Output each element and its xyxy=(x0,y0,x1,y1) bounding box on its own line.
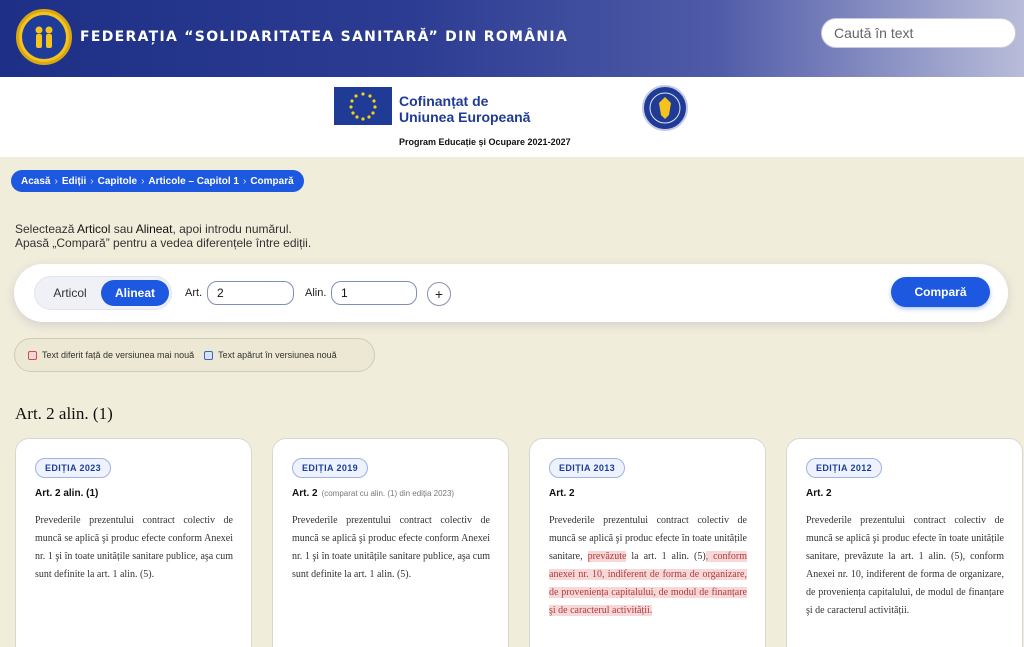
breadcrumb-compare[interactable]: Compară xyxy=(250,176,293,187)
chevron-right-icon: › xyxy=(90,175,94,187)
sponsor-banner: Cofinanțat de Uniunea Europeană Program … xyxy=(0,77,1024,157)
card-heading: Art. 2 xyxy=(806,488,832,499)
chevron-right-icon: › xyxy=(141,175,145,187)
instructions-text: sau xyxy=(110,222,136,236)
legend-new-swatch xyxy=(204,350,214,360)
diff-highlight: prevăzute xyxy=(587,551,627,562)
people-icon xyxy=(35,26,53,48)
breadcrumb-chapters[interactable]: Capitole xyxy=(98,176,137,187)
card-heading-text: Art. 2 xyxy=(292,488,318,499)
program-label: Program Educație și Ocupare 2021-2027 xyxy=(399,137,571,147)
breadcrumb-articles[interactable]: Articole – Capitol 1 xyxy=(148,176,239,187)
legend-new-label: Text apărut în versiunea nouă xyxy=(218,350,337,360)
card-body: Prevederile prezentului contract colecti… xyxy=(292,515,490,580)
toggle-alineat-button[interactable]: Alineat xyxy=(101,280,169,306)
breadcrumb-editions[interactable]: Ediții xyxy=(62,176,86,187)
search-input[interactable] xyxy=(821,18,1016,48)
card-body: Prevederile prezentului contract colecti… xyxy=(35,515,233,580)
eu-cofinancing-label: Cofinanțat de Uniunea Europeană xyxy=(399,93,530,125)
card-comparison-note: (comparat cu alin. (1) din ediția 2023) xyxy=(321,489,455,498)
instructions-articol: Articol xyxy=(77,222,111,236)
card-heading: Art. 2 (comparat cu alin. (1) din ediția … xyxy=(292,488,454,499)
card-heading: Art. 2 xyxy=(549,488,575,499)
instructions-line-2: Apasă „Compară” pentru a vedea diferențe… xyxy=(15,236,312,250)
card-body-text: la art. 1 alin. (5) xyxy=(626,551,706,562)
federation-logo[interactable] xyxy=(16,9,72,65)
card-body: Prevederile prezentului contract colecti… xyxy=(549,512,747,620)
edition-card: EDIȚIA 2019 Art. 2 (comparat cu alin. (1)… xyxy=(272,438,509,647)
eu-flag-icon xyxy=(334,87,392,125)
section-title: Art. 2 alin. (1) xyxy=(15,404,113,423)
instructions: Selectează Articol sau Alineat, apoi int… xyxy=(15,222,311,250)
alin-number-input[interactable] xyxy=(331,281,417,305)
edition-card: EDIȚIA 2023 Art. 2 alin. (1) Prevederile… xyxy=(15,438,252,647)
instructions-line-1: Selectează Articol sau Alineat, apoi int… xyxy=(15,222,311,236)
compare-button[interactable]: Compară xyxy=(891,277,990,307)
card-heading-text: Art. 2 xyxy=(806,488,832,499)
top-bar: FEDERAȚIA “SOLIDARITATEA SANITARĂ” DIN R… xyxy=(0,0,1024,77)
card-body: Prevederile prezentului contract colecti… xyxy=(806,515,1004,616)
mode-toggle: Articol Alineat xyxy=(34,276,172,310)
chevron-right-icon: › xyxy=(54,175,58,187)
eu-line-1: Cofinanțat de xyxy=(399,93,489,109)
instructions-alineat: Alineat xyxy=(135,222,173,236)
breadcrumb-home[interactable]: Acasă xyxy=(21,176,50,187)
edition-badge: EDIȚIA 2012 xyxy=(806,458,883,478)
alin-label: Alin. xyxy=(305,287,327,299)
breadcrumb: Acasă › Ediții › Capitole › Articole – C… xyxy=(11,170,304,192)
instructions-text: Selectează xyxy=(15,222,78,236)
site-title[interactable]: FEDERAȚIA “SOLIDARITATEA SANITARĂ” DIN R… xyxy=(80,29,568,45)
eu-line-2: Uniunea Europeană xyxy=(399,109,531,125)
edition-badge: EDIȚIA 2023 xyxy=(35,458,112,478)
legend-diff-label: Text diferit față de versiunea mai nouă xyxy=(42,350,195,360)
add-field-button[interactable]: + xyxy=(427,282,451,306)
edition-badge: EDIȚIA 2019 xyxy=(292,458,369,478)
diff-legend: Text diferit față de versiunea mai nouă … xyxy=(14,338,375,372)
legend-diff-swatch xyxy=(28,350,37,360)
compare-controls: Articol Alineat Art. Alin. + Compară xyxy=(14,264,1008,322)
card-heading-text: Art. 2 alin. (1) xyxy=(35,488,99,499)
logo-emblem xyxy=(22,15,66,59)
government-seal-icon xyxy=(642,85,688,131)
art-label: Art. xyxy=(185,287,203,299)
instructions-text: , apoi introdu numărul. xyxy=(172,222,292,236)
edition-card: EDIȚIA 2012 Art. 2 Prevederile prezentul… xyxy=(786,438,1023,647)
edition-card: EDIȚIA 2013 Art. 2 Prevederile prezentul… xyxy=(529,438,766,647)
chevron-right-icon: › xyxy=(242,175,247,187)
edition-badge: EDIȚIA 2013 xyxy=(549,458,626,478)
card-heading-text: Art. 2 xyxy=(549,488,575,499)
toggle-articol-button[interactable]: Articol xyxy=(41,281,99,305)
card-heading: Art. 2 alin. (1) xyxy=(35,488,98,499)
art-number-input[interactable] xyxy=(207,281,294,305)
